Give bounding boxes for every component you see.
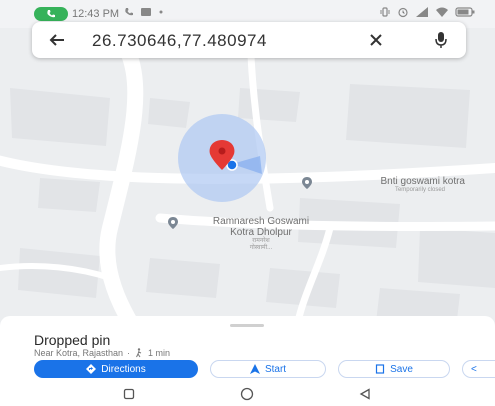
status-time: 12:43 PM (72, 8, 120, 20)
directions-label: Directions (101, 363, 146, 375)
voice-search-button[interactable] (430, 29, 452, 51)
save-label: Save (390, 363, 413, 375)
share-button[interactable]: < (462, 360, 495, 378)
message-icon (141, 8, 151, 16)
save-button[interactable]: Save (338, 360, 450, 378)
place-name: Bnti goswami kotra (380, 176, 465, 187)
ongoing-call-pill[interactable] (34, 7, 68, 21)
place-pin-icon (302, 177, 312, 189)
back-icon (359, 388, 370, 400)
place-label-ramnaresh-goswami-kotra[interactable]: Ramnaresh Goswami Kotra Dholpur रामनरेश … (166, 216, 356, 252)
directions-button[interactable]: Directions (34, 360, 198, 378)
search-query[interactable]: 26.730646,77.480974 (92, 31, 267, 51)
place-label-bnti-goswami-kotra[interactable]: Bnti goswami kotra Temporarily closed (300, 176, 465, 194)
mic-icon (435, 32, 447, 48)
place-pin-icon (168, 217, 178, 229)
back-arrow-icon (49, 34, 64, 46)
recents-button[interactable] (122, 387, 136, 401)
navigation-arrow-icon (249, 364, 260, 374)
bookmark-icon (375, 364, 385, 374)
place-location: Near Kotra, Rajasthan (34, 348, 124, 358)
phone-icon (47, 10, 55, 18)
signal-icon (416, 7, 428, 17)
walking-icon (136, 348, 142, 358)
directions-icon (86, 364, 97, 374)
place-title: Dropped pin (34, 332, 111, 348)
home-button[interactable] (240, 387, 254, 401)
close-icon (370, 34, 382, 46)
walk-time: 1 min (148, 348, 171, 358)
place-sub-line2: गोस्वामी... (249, 245, 273, 251)
back-nav-button[interactable] (358, 387, 372, 401)
home-icon (240, 387, 254, 401)
place-name-line1: Ramnaresh Goswami (212, 216, 310, 227)
share-label: < (471, 363, 477, 375)
dot-icon (159, 10, 163, 14)
battery-icon (455, 7, 475, 17)
clear-button[interactable] (365, 29, 387, 51)
start-button[interactable]: Start (210, 360, 326, 378)
alarm-icon (398, 7, 408, 18)
system-status-icons (379, 6, 475, 18)
place-sub-line1: रामनरेश (252, 238, 270, 244)
wifi-icon (436, 7, 448, 17)
phone-icon (125, 8, 133, 16)
back-button[interactable] (46, 29, 68, 51)
start-label: Start (264, 363, 287, 375)
place-status: Temporarily closed (394, 187, 445, 193)
recents-icon (123, 388, 135, 400)
meta-separator: · (127, 348, 131, 358)
search-bar[interactable]: 26.730646,77.480974 (32, 22, 466, 58)
map-view[interactable]: Bnti goswami kotra Temporarily closed Ra… (0, 28, 495, 330)
sheet-drag-handle[interactable] (230, 324, 264, 327)
vibrate-icon (380, 7, 390, 17)
place-name-line2: Kotra Dholpur (230, 227, 292, 238)
notification-icons (124, 6, 164, 18)
place-meta: Near Kotra, Rajasthan · 1 min (34, 348, 170, 358)
system-nav-bar (0, 382, 495, 406)
